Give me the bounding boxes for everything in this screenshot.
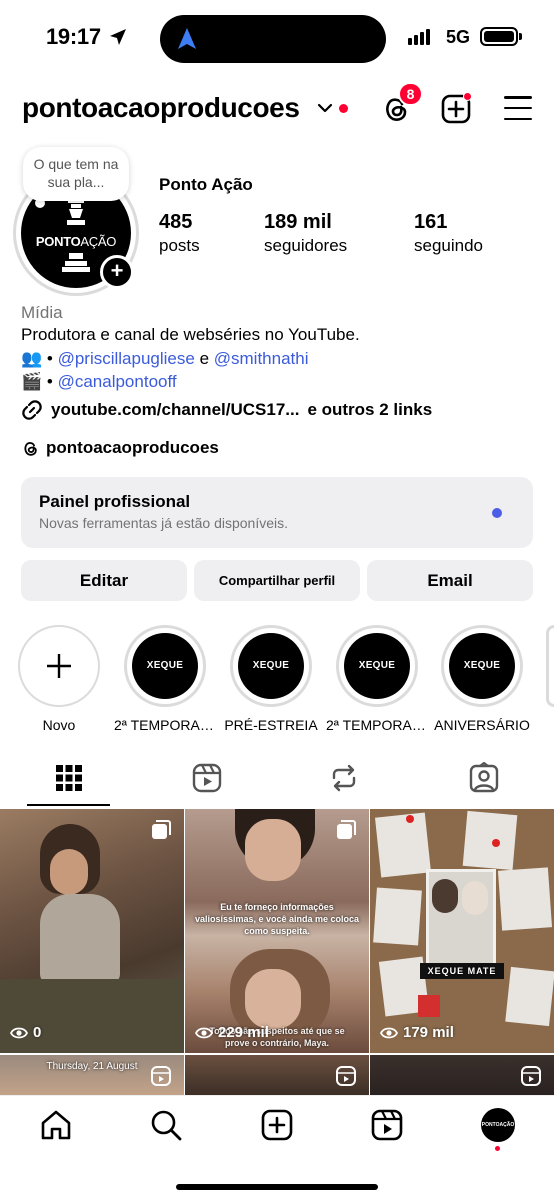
highlight-item[interactable]: XEQUE MATE 2ª TEMPORADA bbox=[114, 625, 216, 737]
battery-cap bbox=[519, 33, 522, 40]
threads-profile-link[interactable]: pontoacaoproducoes bbox=[21, 438, 219, 458]
post-figure bbox=[0, 979, 184, 1053]
avatar-logo-text: PONTOAÇÃO bbox=[35, 234, 117, 249]
chess-piece-logo-icon bbox=[67, 198, 85, 225]
post-figure bbox=[245, 819, 301, 881]
professional-dashboard[interactable]: Painel profissional Novas ferramentas já… bbox=[21, 477, 533, 548]
create-notification-dot bbox=[463, 92, 472, 101]
chevron-down-icon[interactable] bbox=[317, 102, 333, 114]
account-username-switcher[interactable]: pontoacaoproducoes bbox=[22, 92, 300, 124]
menu-icon[interactable] bbox=[504, 96, 532, 120]
eye-icon bbox=[380, 1027, 398, 1038]
notification-dot bbox=[339, 104, 348, 113]
post-figure bbox=[245, 969, 301, 1029]
polaroid-photo bbox=[462, 810, 518, 871]
pin bbox=[406, 815, 414, 823]
eye-icon bbox=[10, 1027, 28, 1038]
people-emoji-icon: 👥 bbox=[21, 349, 43, 368]
threads-small-icon bbox=[24, 441, 37, 456]
pro-panel-subtitle: Novas ferramentas já estão disponíveis. bbox=[39, 515, 289, 531]
status-time: 19:17 bbox=[46, 24, 101, 49]
reel-icon bbox=[521, 1066, 541, 1086]
stat-followers[interactable]: 189 mil seguidores bbox=[264, 211, 347, 256]
post-thumbnail[interactable]: XEQUE MATE 179 mil bbox=[370, 809, 554, 1053]
active-tab-indicator bbox=[27, 804, 110, 806]
view-count: 179 mil bbox=[380, 1024, 454, 1041]
post-thumbnail[interactable] bbox=[370, 1055, 554, 1095]
highlight-item-partial[interactable] bbox=[546, 625, 554, 707]
reposts-icon[interactable] bbox=[328, 762, 360, 794]
post-figure bbox=[40, 894, 120, 984]
home-icon[interactable] bbox=[39, 1108, 73, 1142]
reel-icon bbox=[151, 1066, 171, 1086]
post-figure bbox=[432, 879, 458, 913]
bio-line-3: 🎬 • @canalpontooff bbox=[21, 372, 177, 391]
chess-base-icon bbox=[62, 253, 90, 272]
view-count: 229 mil bbox=[195, 1024, 269, 1041]
email-button[interactable]: Email bbox=[367, 560, 533, 601]
swiss-flag bbox=[418, 995, 440, 1017]
plus-icon bbox=[47, 654, 71, 678]
polaroid-photo bbox=[497, 867, 553, 931]
pro-panel-dot bbox=[492, 508, 502, 518]
location-arrow-icon bbox=[110, 29, 126, 45]
post-figure bbox=[462, 881, 488, 915]
eye-icon bbox=[195, 1027, 213, 1038]
reel-icon bbox=[336, 1066, 356, 1086]
mention-link[interactable]: @smithnathi bbox=[214, 349, 309, 368]
dynamic-island bbox=[160, 15, 386, 63]
external-links[interactable]: youtube.com/channel/UCS17... e outros 2 … bbox=[21, 399, 432, 421]
link-text[interactable]: youtube.com/channel/UCS17... bbox=[51, 400, 299, 420]
post-thumbnail[interactable]: Eu te forneço informações valiosíssimas,… bbox=[185, 809, 369, 1053]
carousel-icon bbox=[337, 820, 356, 839]
share-profile-button[interactable]: Compartilhar perfil bbox=[194, 560, 360, 601]
highlight-item[interactable]: XEQUE MATE PRÉ-ESTREIA bbox=[224, 625, 318, 737]
pin bbox=[492, 839, 500, 847]
create-icon[interactable] bbox=[260, 1108, 294, 1142]
network-type: 5G bbox=[446, 27, 471, 47]
highlight-item[interactable]: XEQUE MATE ANIVERSÁRIO bbox=[434, 625, 530, 737]
polaroid-photo bbox=[505, 966, 554, 1027]
post-thumbnail[interactable]: Thursday, 21 August bbox=[0, 1055, 184, 1095]
edit-profile-button[interactable]: Editar bbox=[21, 560, 187, 601]
mention-link[interactable]: @priscillapugliese bbox=[58, 349, 195, 368]
home-indicator[interactable] bbox=[176, 1184, 378, 1190]
profile-avatar[interactable]: PONTOAÇÃO bbox=[481, 1108, 515, 1142]
post-figure bbox=[50, 849, 88, 895]
stat-posts[interactable]: 485 posts bbox=[159, 211, 200, 256]
bio-line-1: Produtora e canal de webséries no YouTub… bbox=[21, 325, 360, 344]
view-count: 0 bbox=[10, 1024, 41, 1041]
add-story-button[interactable]: + bbox=[100, 255, 134, 289]
mention-link[interactable]: @canalpontooff bbox=[58, 372, 177, 391]
battery-icon bbox=[480, 27, 518, 46]
post-thumbnail[interactable]: 0 bbox=[0, 809, 184, 1053]
display-name: Ponto Ação bbox=[159, 175, 253, 194]
post-thumbnail[interactable] bbox=[185, 1055, 369, 1095]
search-icon[interactable] bbox=[149, 1108, 183, 1142]
reels-icon[interactable] bbox=[191, 762, 223, 794]
profile-note[interactable]: O que tem na sua pla... bbox=[23, 147, 129, 201]
grid-icon[interactable] bbox=[53, 762, 85, 794]
bio-line-2: 👥 • @priscillapugliese e @smithnathi bbox=[21, 349, 309, 368]
link-icon bbox=[22, 400, 42, 420]
signal-icon bbox=[408, 29, 430, 45]
polaroid-photo bbox=[375, 812, 431, 878]
xeque-mate-label: XEQUE MATE bbox=[420, 963, 504, 979]
reels-nav-icon[interactable] bbox=[370, 1108, 404, 1142]
tagged-icon[interactable] bbox=[468, 762, 500, 794]
highlight-item[interactable]: XEQUE MATE 2ª TEMPORADA bbox=[326, 625, 428, 737]
polaroid-photo bbox=[373, 887, 422, 946]
profile-notification-dot bbox=[495, 1146, 500, 1151]
pro-panel-title: Painel profissional bbox=[39, 492, 191, 511]
carousel-icon bbox=[152, 820, 171, 839]
more-links[interactable]: e outros 2 links bbox=[307, 400, 432, 420]
new-highlight-button[interactable]: Novo bbox=[18, 625, 100, 733]
profile-category: Mídia bbox=[21, 303, 63, 322]
navigation-arrow-icon bbox=[178, 28, 196, 49]
clapper-emoji-icon: 🎬 bbox=[21, 372, 43, 391]
threads-badge: 8 bbox=[398, 82, 423, 106]
post-caption-top: Eu te forneço informações valiosíssimas,… bbox=[194, 902, 360, 936]
stat-following[interactable]: 161 seguindo bbox=[414, 211, 483, 256]
